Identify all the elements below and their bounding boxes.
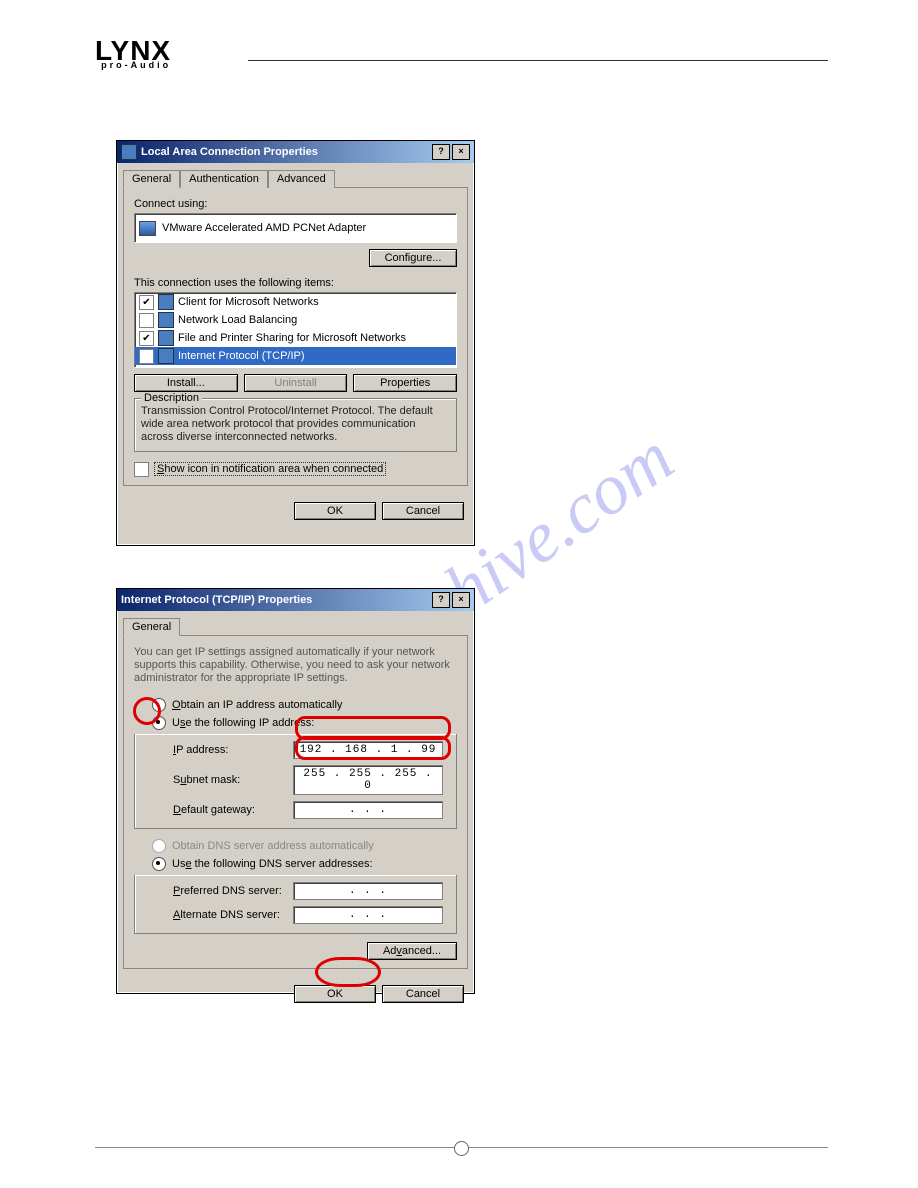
item-label: Network Load Balancing	[178, 314, 297, 326]
properties-button[interactable]: Properties	[353, 374, 457, 392]
tab-panel: You can get IP settings assigned automat…	[123, 635, 468, 969]
alternate-dns-input[interactable]: . . .	[293, 906, 443, 924]
use-ip-radio[interactable]	[152, 716, 166, 730]
adapter-name: VMware Accelerated AMD PCNet Adapter	[162, 222, 366, 234]
list-item[interactable]: Internet Protocol (TCP/IP)	[135, 347, 456, 365]
connect-using-label: Connect using:	[134, 198, 457, 210]
use-dns-label: Use the following DNS server addresses:	[172, 858, 373, 870]
item-label: Client for Microsoft Networks	[178, 296, 319, 308]
use-ip-label: Use the following IP address:	[172, 717, 314, 729]
description-text: Transmission Control Protocol/Internet P…	[141, 405, 450, 445]
logo: LYNX pro-Audio	[95, 38, 171, 69]
title: Internet Protocol (TCP/IP) Properties	[121, 594, 430, 606]
list-item[interactable]: Client for Microsoft Networks	[135, 293, 456, 311]
default-gateway-label: Default gateway:	[173, 804, 293, 816]
default-gateway-input[interactable]: . . .	[293, 801, 443, 819]
network-component-icon	[158, 312, 174, 328]
use-dns-radio[interactable]	[152, 857, 166, 871]
local-area-connection-dialog: Local Area Connection Properties ? × Gen…	[116, 140, 475, 546]
logo-sub: pro-Audio	[95, 61, 171, 69]
description-group: Description Transmission Control Protoco…	[134, 398, 457, 452]
titlebar[interactable]: Internet Protocol (TCP/IP) Properties ? …	[117, 589, 474, 611]
network-component-icon	[158, 330, 174, 346]
preferred-dns-label: Preferred DNS server:	[173, 885, 293, 897]
ip-group: IP address: 192 . 168 . 1 . 99 Subnet ma…	[134, 734, 457, 829]
ip-address-label: IP address:	[173, 744, 293, 756]
obtain-dns-radio	[152, 839, 166, 853]
description-legend: Description	[141, 392, 202, 404]
footer-ring-icon	[454, 1141, 469, 1156]
subnet-mask-label: Subnet mask:	[173, 774, 293, 786]
titlebar[interactable]: Local Area Connection Properties ? ×	[117, 141, 474, 163]
dns-group: Preferred DNS server: . . . Alternate DN…	[134, 875, 457, 934]
items-label: This connection uses the following items…	[134, 277, 457, 289]
intro-text: You can get IP settings assigned automat…	[134, 646, 457, 686]
tab-panel: Connect using: VMware Accelerated AMD PC…	[123, 187, 468, 486]
tab-authentication[interactable]: Authentication	[180, 170, 268, 188]
obtain-dns-label: Obtain DNS server address automatically	[172, 840, 374, 852]
header-rule	[248, 60, 828, 61]
network-component-icon	[158, 294, 174, 310]
show-icon-label: Show icon in notification area when conn…	[154, 462, 386, 476]
item-label: Internet Protocol (TCP/IP)	[178, 350, 305, 362]
adapter-box: VMware Accelerated AMD PCNet Adapter	[134, 213, 457, 243]
checkbox[interactable]	[139, 331, 154, 346]
window-icon	[121, 144, 137, 160]
items-list[interactable]: Client for Microsoft Networks Network Lo…	[134, 292, 457, 368]
cancel-button[interactable]: Cancel	[382, 985, 464, 1003]
configure-button[interactable]: Configure...	[369, 249, 457, 267]
list-item[interactable]: File and Printer Sharing for Microsoft N…	[135, 329, 456, 347]
checkbox[interactable]	[139, 313, 154, 328]
item-label: File and Printer Sharing for Microsoft N…	[178, 332, 406, 344]
obtain-ip-radio[interactable]	[152, 698, 166, 712]
close-button[interactable]: ×	[452, 144, 470, 160]
help-button[interactable]: ?	[432, 144, 450, 160]
tcpip-properties-dialog: Internet Protocol (TCP/IP) Properties ? …	[116, 588, 475, 994]
alternate-dns-label: Alternate DNS server:	[173, 909, 293, 921]
uninstall-button[interactable]: Uninstall	[244, 374, 348, 392]
tabs: General Authentication Advanced	[123, 169, 468, 187]
subnet-mask-input[interactable]: 255 . 255 . 255 . 0	[293, 765, 443, 795]
ok-button[interactable]: OK	[294, 985, 376, 1003]
tab-general[interactable]: General	[123, 618, 180, 636]
tab-advanced[interactable]: Advanced	[268, 170, 335, 188]
checkbox[interactable]	[139, 295, 154, 310]
list-item[interactable]: Network Load Balancing	[135, 311, 456, 329]
show-icon-checkbox[interactable]	[134, 462, 149, 477]
tab-general[interactable]: General	[123, 170, 180, 188]
cancel-button[interactable]: Cancel	[382, 502, 464, 520]
title: Local Area Connection Properties	[141, 146, 430, 158]
obtain-ip-label: Obtain an IP address automatically	[172, 699, 342, 711]
ip-address-input[interactable]: 192 . 168 . 1 . 99	[293, 741, 443, 759]
help-button[interactable]: ?	[432, 592, 450, 608]
tabs: General	[123, 617, 468, 635]
preferred-dns-input[interactable]: . . .	[293, 882, 443, 900]
checkbox[interactable]	[139, 349, 154, 364]
close-button[interactable]: ×	[452, 592, 470, 608]
footer-rule	[95, 1147, 828, 1148]
advanced-button[interactable]: Advanced...	[367, 942, 457, 960]
adapter-icon	[139, 221, 156, 236]
install-button[interactable]: Install...	[134, 374, 238, 392]
network-component-icon	[158, 348, 174, 364]
ok-button[interactable]: OK	[294, 502, 376, 520]
